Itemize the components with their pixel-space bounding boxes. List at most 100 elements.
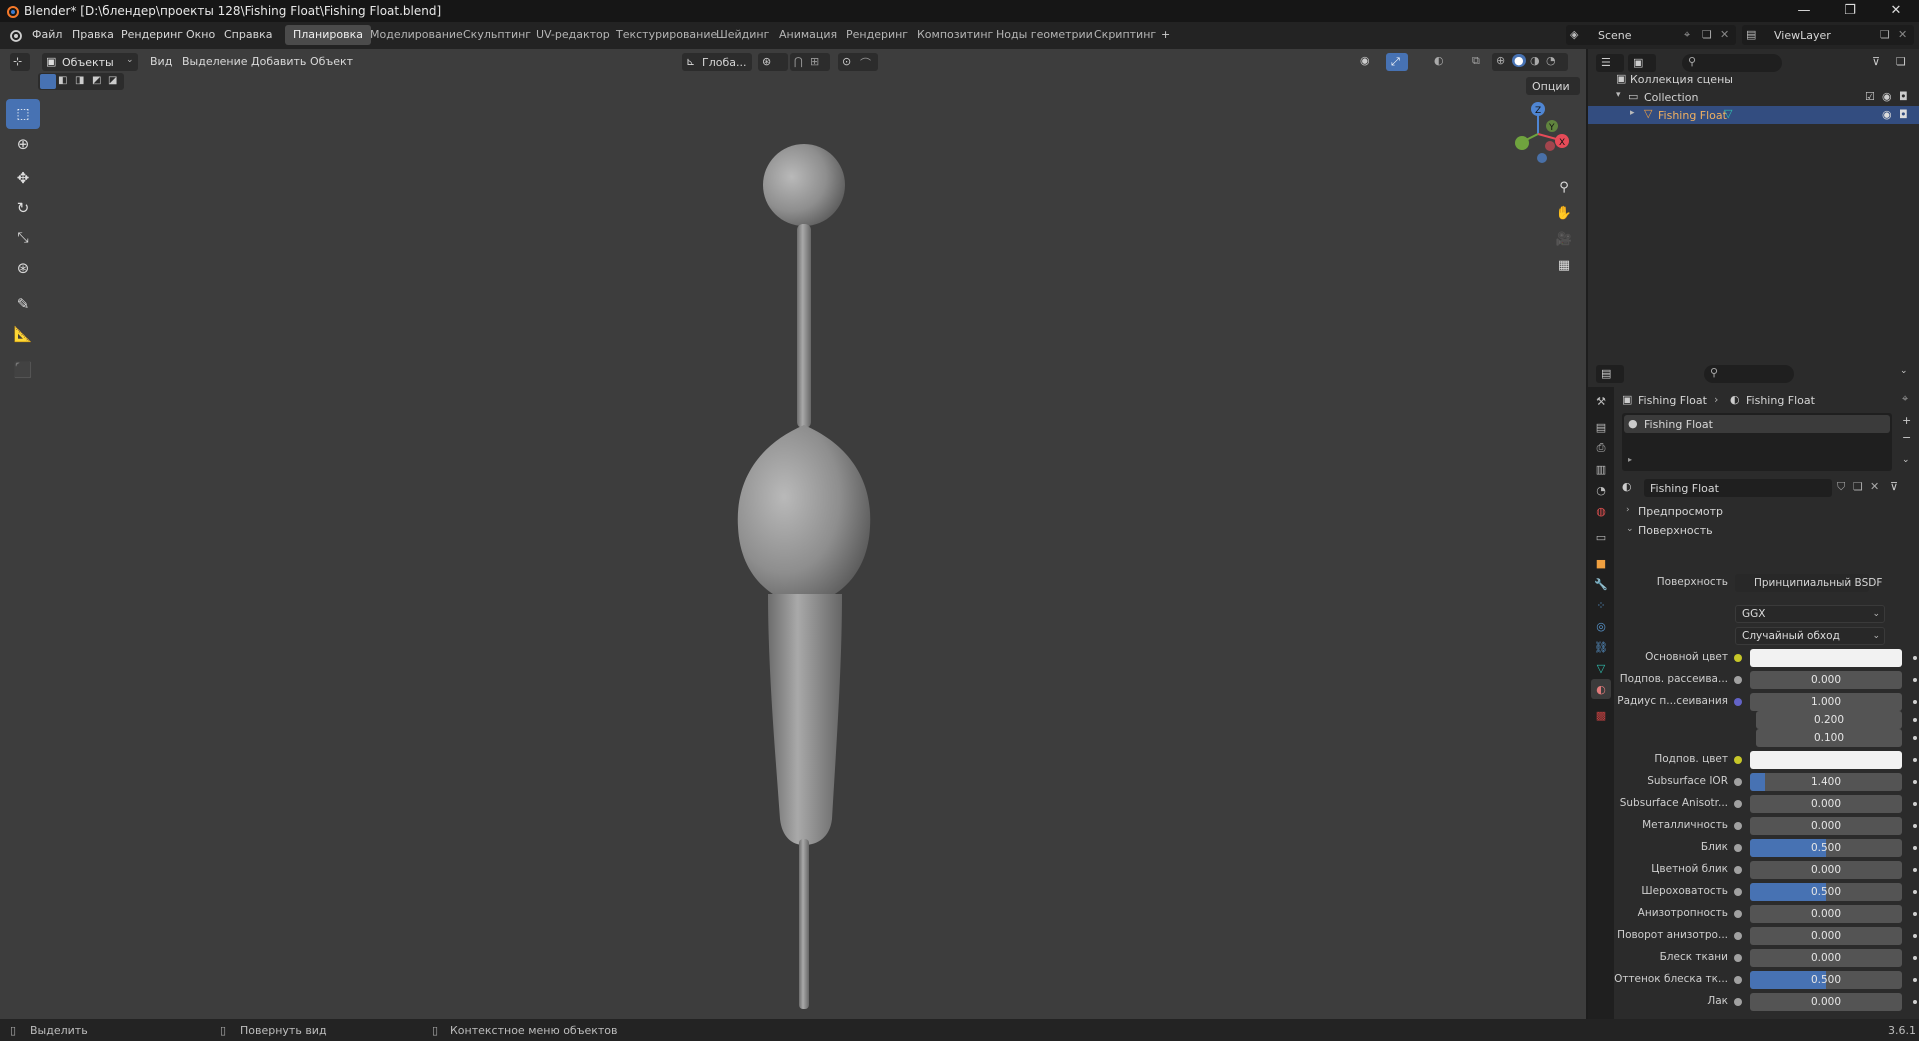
select-invert-icon[interactable]: ◩ (92, 75, 101, 86)
tab-texture[interactable]: ▩ (1591, 705, 1611, 725)
mode-selector[interactable]: ▣ Объекты ⌄ (42, 53, 138, 71)
view-layer-selector[interactable]: ▤ ViewLayer ❏ ✕ (1742, 25, 1914, 45)
socket-icon[interactable] (1734, 888, 1742, 896)
keyframe-dot-icon[interactable] (1913, 802, 1917, 806)
expand-arrow-icon[interactable]: ▾ (1616, 90, 1621, 100)
keyframe-dot-icon[interactable] (1913, 780, 1917, 784)
keyframe-dot-icon[interactable] (1913, 758, 1917, 762)
pin-icon[interactable]: ⌖ (1902, 392, 1908, 406)
close-button[interactable]: ✕ (1873, 0, 1919, 22)
socket-icon[interactable] (1734, 998, 1742, 1006)
select-intersect-icon[interactable]: ◪ (108, 75, 117, 86)
value-slider[interactable]: 1.000 (1750, 693, 1902, 711)
surface-shader-selector[interactable]: Принципиальный BSDF (1735, 574, 1882, 592)
properties-search-input[interactable]: ⚲ (1704, 365, 1794, 383)
socket-icon[interactable] (1734, 932, 1742, 940)
overlays-icon[interactable]: ◐ (1434, 54, 1444, 67)
gizmo-toggle-button[interactable]: ⤢ (1386, 53, 1408, 71)
transform-tool[interactable]: ⊛ (6, 253, 40, 283)
value-slider[interactable]: 0.000 (1750, 817, 1902, 835)
tab-tool[interactable]: ⚒ (1591, 391, 1611, 411)
tab-layout[interactable]: Планировка (285, 25, 371, 45)
select-new-icon[interactable] (40, 74, 56, 89)
remove-slot-icon[interactable]: − (1902, 431, 1911, 444)
expand-arrow-icon[interactable]: ▸ (1628, 455, 1632, 464)
add-workspace-button[interactable]: + (1153, 25, 1178, 45)
material-browse-button[interactable]: ◐ (1622, 479, 1642, 497)
material-shading-icon[interactable]: ◑ (1530, 54, 1540, 67)
eye-icon[interactable]: ◉ (1882, 108, 1892, 121)
menu-help[interactable]: Справка (224, 28, 272, 41)
tab-particles[interactable]: ⁘ (1591, 595, 1611, 615)
material-slot-row[interactable]: ● Fishing Float (1624, 415, 1890, 433)
color-swatch[interactable] (1750, 649, 1902, 667)
keyframe-dot-icon[interactable] (1913, 824, 1917, 828)
value-slider[interactable]: 0.000 (1750, 905, 1902, 923)
tab-object[interactable]: ■ (1591, 553, 1611, 573)
material-name-field[interactable]: Fishing Float (1644, 479, 1832, 497)
blender-menu-icon[interactable] (8, 28, 23, 43)
editor-type-button[interactable]: ⊹ (10, 53, 30, 71)
eye-icon[interactable]: ◉ (1882, 90, 1892, 103)
keyframe-dot-icon[interactable] (1913, 656, 1917, 660)
camera-render-icon[interactable]: ◘ (1899, 90, 1908, 103)
add-slot-icon[interactable]: + (1902, 414, 1911, 427)
tab-render[interactable]: ▤ (1591, 417, 1611, 437)
socket-icon[interactable] (1734, 756, 1742, 764)
cursor-tool[interactable]: ⊕ (6, 129, 40, 159)
socket-icon[interactable] (1734, 866, 1742, 874)
socket-icon[interactable] (1734, 698, 1742, 706)
viewport-menu-select[interactable]: Выделение (182, 55, 248, 68)
camera-view-button[interactable]: 🎥 (1552, 227, 1576, 251)
tab-scene[interactable]: ◔ (1591, 480, 1611, 500)
expand-arrow-icon[interactable]: ▸ (1630, 108, 1635, 118)
keyframe-dot-icon[interactable] (1913, 700, 1917, 704)
tab-rendering[interactable]: Рендеринг (838, 25, 916, 45)
socket-icon[interactable] (1734, 844, 1742, 852)
3d-viewport[interactable] (0, 49, 1586, 1019)
tab-output[interactable]: ⎙ (1591, 438, 1611, 458)
delete-view-layer-icon[interactable]: ✕ (1898, 28, 1907, 41)
move-tool[interactable]: ✥ (6, 163, 40, 193)
rotate-tool[interactable]: ↻ (6, 193, 40, 223)
minimize-button[interactable]: — (1781, 0, 1827, 22)
visibility-eye-icon[interactable]: ◉ (1360, 54, 1370, 67)
chevron-down-icon[interactable]: ⌄ (1902, 455, 1910, 465)
socket-icon[interactable] (1734, 910, 1742, 918)
menu-edit[interactable]: Правка (72, 28, 114, 41)
keyframe-dot-icon[interactable] (1913, 1000, 1917, 1004)
value-slider[interactable]: 0.500 (1750, 883, 1902, 901)
distribution-dropdown[interactable]: GGX ⌄ (1735, 605, 1885, 623)
select-box-tool[interactable]: ⬚ (6, 99, 40, 129)
keyframe-dot-icon[interactable] (1913, 912, 1917, 916)
pin-icon[interactable]: ⌖ (1684, 28, 1690, 42)
menu-render[interactable]: Рендеринг (121, 28, 183, 41)
socket-icon[interactable] (1734, 800, 1742, 808)
fishing-float-model[interactable] (0, 49, 1586, 1019)
options-button[interactable]: Опции (1526, 77, 1580, 95)
outliner-row-fishing-float[interactable]: ▸ ▽ Fishing Float ▽ ◉ ◘ (1588, 106, 1919, 124)
fake-user-icon[interactable]: ⛉ (1837, 480, 1845, 494)
value-slider[interactable]: 0.100 (1756, 729, 1902, 747)
viewport-menu-add[interactable]: Добавить (251, 55, 306, 68)
keyframe-dot-icon[interactable] (1913, 678, 1917, 682)
value-slider[interactable]: 0.000 (1750, 795, 1902, 813)
scene-selector[interactable]: ◈ Scene ⌖ ❏ ✕ (1566, 25, 1736, 45)
pan-button[interactable]: ✋ (1552, 201, 1576, 225)
new-scene-icon[interactable]: ❏ (1702, 28, 1712, 41)
tab-data[interactable]: ▽ (1591, 658, 1611, 678)
value-slider[interactable]: 0.000 (1750, 671, 1902, 689)
value-slider[interactable]: 0.200 (1756, 711, 1902, 729)
value-slider[interactable]: 0.000 (1750, 861, 1902, 879)
material-filter-icon[interactable]: ⊽ (1890, 480, 1898, 493)
keyframe-dot-icon[interactable] (1913, 956, 1917, 960)
proportional-editing-button[interactable]: ⊙ ⌒ (838, 53, 878, 71)
keyframe-dot-icon[interactable] (1913, 934, 1917, 938)
keyframe-dot-icon[interactable] (1913, 978, 1917, 982)
delete-scene-icon[interactable]: ✕ (1720, 28, 1729, 41)
perspective-toggle-button[interactable]: ▦ (1552, 253, 1576, 277)
socket-icon[interactable] (1734, 778, 1742, 786)
rendered-shading-icon[interactable]: ◔ (1546, 54, 1556, 67)
socket-icon[interactable] (1734, 976, 1742, 984)
tab-animation[interactable]: Анимация (771, 25, 845, 45)
